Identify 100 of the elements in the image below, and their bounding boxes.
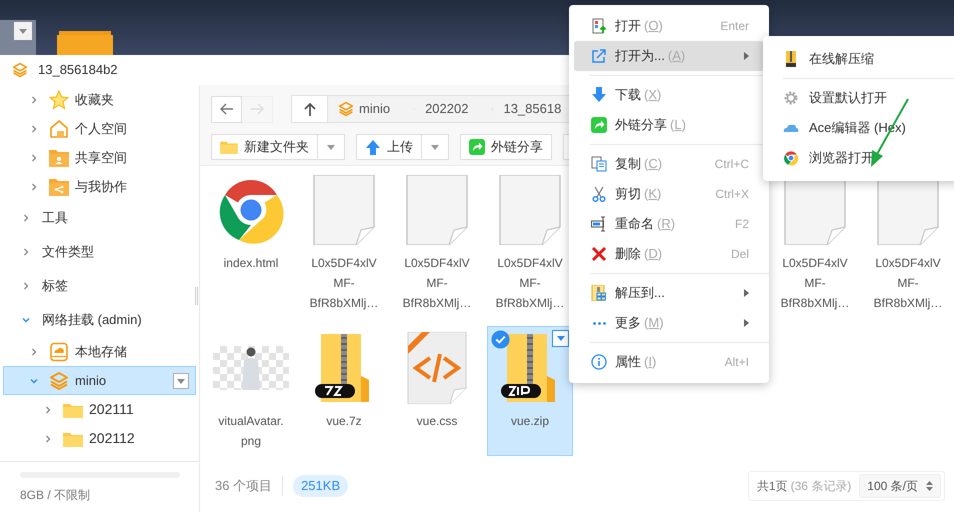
- toolbar-button[interactable]: 上传: [356, 134, 422, 160]
- document-icon: [591, 18, 607, 34]
- file-name: L0x5DF4xlVMF-BfR8bXMlj…: [780, 255, 850, 312]
- file-name: L0x5DF4xlVMF-BfR8bXMlj…: [402, 255, 472, 312]
- close-cross-icon: [591, 246, 607, 262]
- menu-item[interactable]: 设置默认打开: [763, 83, 954, 113]
- tree-item-label: 网络挂载 (admin): [42, 311, 142, 330]
- file-tile[interactable]: L0x5DF4xlVMF-BfR8bXMlj…: [394, 168, 480, 318]
- folder-icon: [220, 140, 238, 154]
- menu-item-label: 更多 (M): [615, 314, 665, 332]
- tree-item-label: 202111: [89, 400, 134, 419]
- tree-item-label: 个人空间: [75, 120, 127, 138]
- window-title: 13_856184b2: [38, 61, 118, 80]
- arrow-right-icon: [250, 103, 264, 115]
- check-circle-icon[interactable]: [491, 330, 510, 349]
- chevron-right-icon[interactable]: [21, 247, 31, 257]
- chevron-right-icon[interactable]: [43, 404, 53, 414]
- tree-item[interactable]: 本地存储: [3, 337, 196, 366]
- dropdown-button[interactable]: [14, 22, 32, 40]
- tree-item[interactable]: 个人空间: [3, 114, 196, 143]
- breadcrumb-item[interactable]: minio: [328, 96, 416, 122]
- chevron-right-icon[interactable]: [29, 124, 39, 134]
- file-name: vue.css: [416, 413, 458, 430]
- submenu-arrow-icon: [744, 319, 749, 327]
- menu-item[interactable]: 重命名 (R) F2: [574, 209, 764, 239]
- shortcut-text: Enter: [720, 18, 749, 35]
- tree-item[interactable]: 共享空间: [3, 143, 196, 172]
- menu-item[interactable]: 打开 (O) Enter: [574, 11, 764, 41]
- star-icon: [49, 90, 69, 110]
- dropdown-button[interactable]: [552, 330, 569, 347]
- record-count: (36 条记录): [790, 478, 852, 495]
- tree-item[interactable]: minio: [3, 366, 196, 395]
- toolbar-button[interactable]: 新建文件夹: [211, 134, 318, 160]
- breadcrumb-item[interactable]: 202202: [415, 96, 494, 122]
- up-button[interactable]: [292, 96, 328, 122]
- toolbar-button[interactable]: 外链分享: [460, 134, 552, 160]
- chevron-right-icon[interactable]: [29, 152, 39, 162]
- menu-item[interactable]: 删除 (D) Del: [574, 239, 764, 269]
- menu-item[interactable]: 在线解压缩: [763, 44, 954, 74]
- menu-item-label: 属性 (I): [615, 353, 658, 372]
- file-tile[interactable]: L0x5DF4xlVMF-BfR8bXMlj…: [301, 168, 387, 318]
- caret-down-icon: [19, 28, 27, 34]
- per-page-select[interactable]: 100 条/页: [859, 474, 941, 498]
- tree-item[interactable]: 网络挂载 (admin): [3, 303, 196, 337]
- shortcut-text: Alt+I: [724, 354, 749, 371]
- file-tile[interactable]: vue.css: [394, 326, 480, 456]
- menu-item[interactable]: 剪切 (K) Ctrl+X: [574, 179, 764, 209]
- folder-icon: [63, 430, 83, 446]
- chevron-down-icon[interactable]: [21, 315, 31, 325]
- tree-item[interactable]: 收藏夹: [3, 85, 196, 114]
- external-link-icon: [591, 48, 607, 64]
- menu-item-label: 剪切 (K): [615, 185, 662, 204]
- file-tile[interactable]: vue.zip: [487, 326, 573, 456]
- file-name: vitualAvatar.png: [217, 413, 285, 450]
- file-tile[interactable]: vue.7z: [301, 326, 387, 456]
- caret-down-icon: [556, 336, 564, 341]
- dropdown-button[interactable]: [173, 373, 189, 389]
- tree-item[interactable]: 202111: [3, 395, 196, 424]
- tree-item[interactable]: 工具: [3, 201, 196, 235]
- file-tile[interactable]: L0x5DF4xlVMF-BfR8bXMlj…: [487, 168, 573, 318]
- layers-icon: [338, 101, 354, 117]
- chevron-right-icon[interactable]: [43, 434, 53, 444]
- menu-item[interactable]: 属性 (I) Alt+I: [574, 347, 764, 377]
- file-name: vue.zip: [510, 413, 550, 430]
- storage-text: 8GB / 不限制: [20, 487, 92, 504]
- blank-document-icon: [406, 175, 468, 245]
- caret-down-icon: [431, 144, 439, 150]
- file-name: L0x5DF4xlVMF-BfR8bXMlj…: [495, 255, 565, 312]
- shortcut-text: Ctrl+C: [714, 156, 749, 173]
- chevron-right-icon[interactable]: [29, 346, 39, 356]
- tree-item-label: 文件类型: [42, 243, 94, 262]
- house-icon: [49, 118, 69, 138]
- menu-item[interactable]: 解压到...: [574, 278, 764, 308]
- menu-item-label: 在线解压缩: [809, 50, 874, 68]
- file-tile[interactable]: index.html: [208, 168, 294, 318]
- copy-icon: [591, 156, 607, 172]
- chevron-right-icon[interactable]: [21, 281, 31, 291]
- tree-item[interactable]: 标签: [3, 269, 196, 303]
- blank-document-icon: [313, 175, 375, 245]
- tree-item-label: minio: [75, 372, 106, 390]
- menu-item[interactable]: 更多 (M): [574, 308, 764, 338]
- file-tile[interactable]: vitualAvatar.png: [208, 326, 294, 456]
- tree-item-label: 202112: [89, 429, 135, 448]
- shortcut-text: Del: [730, 246, 749, 263]
- menu-item[interactable]: 复制 (C) Ctrl+C: [574, 149, 764, 179]
- size-badge: 251KB: [293, 475, 348, 497]
- tree-item[interactable]: 202112: [3, 424, 196, 453]
- tree-item[interactable]: 与我协作: [3, 172, 196, 201]
- chevron-right-icon[interactable]: [21, 213, 31, 223]
- arrow-left-icon: [220, 103, 234, 115]
- more-dots-icon: [592, 322, 606, 324]
- chevron-right-icon[interactable]: [29, 94, 39, 104]
- sort-arrows-icon: [926, 481, 933, 491]
- tree-item[interactable]: 文件类型: [3, 235, 196, 269]
- menu-item-label: 外链分享 (L): [615, 116, 687, 134]
- chevron-right-icon[interactable]: [29, 182, 39, 192]
- back-button[interactable]: [211, 96, 242, 122]
- tree-item-label: 工具: [42, 209, 68, 228]
- menu-item-label: 复制 (C): [615, 155, 664, 174]
- page-total: 共1页: [756, 478, 788, 495]
